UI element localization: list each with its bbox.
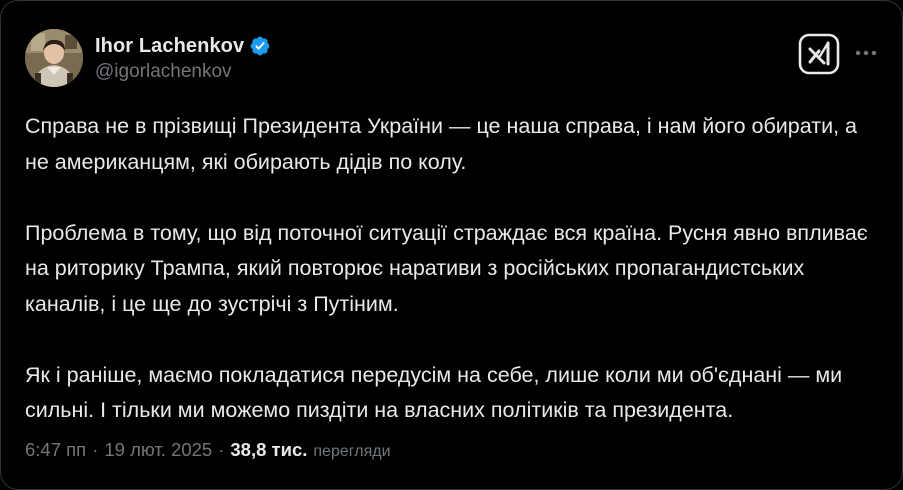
tweet-date[interactable]: 19 лют. 2025 — [104, 439, 212, 461]
tweet-text: Справа не в прізвищі Президента України … — [25, 109, 885, 429]
more-options-button[interactable] — [853, 43, 879, 63]
grok-button[interactable] — [797, 32, 841, 76]
tweet-paragraph: Проблема в тому, що від поточної ситуаці… — [25, 220, 868, 316]
author-info: Ihor Lachenkov @igorlachenkov — [95, 33, 271, 83]
tweet-paragraph: Як і раніше, маємо покладатися передусім… — [25, 362, 843, 423]
user-avatar[interactable] — [25, 29, 83, 87]
tweet-header: Ihor Lachenkov @igorlachenkov — [25, 29, 271, 87]
name-row: Ihor Lachenkov — [95, 33, 271, 59]
meta-separator: · — [92, 439, 99, 460]
author-handle[interactable]: @igorlachenkov — [95, 61, 271, 83]
views-label: перегляди — [313, 443, 391, 460]
tweet-paragraph: Справа не в прізвищі Президента України … — [25, 114, 857, 174]
avatar-image — [25, 29, 83, 87]
more-horizontal-icon — [855, 50, 877, 56]
tweet-card: Ihor Lachenkov @igorlachenkov Справа не … — [0, 0, 903, 490]
meta-separator: · — [218, 439, 225, 460]
grok-logo-icon — [798, 33, 840, 75]
verified-badge-icon[interactable] — [249, 35, 271, 57]
tweet-time[interactable]: 6:47 пп — [25, 439, 86, 461]
tweet-meta: 6:47 пп · 19 лют. 2025 · 38,8 тис. перег… — [25, 439, 391, 461]
views-count[interactable]: 38,8 тис. — [230, 439, 307, 461]
author-display-name[interactable]: Ihor Lachenkov — [95, 35, 244, 58]
